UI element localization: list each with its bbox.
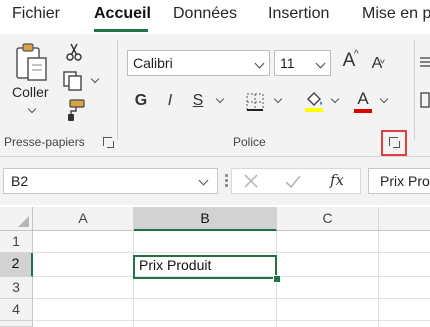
name-box-value: B2 — [11, 173, 29, 189]
select-all-button[interactable] — [0, 207, 33, 231]
font-color-letter: A — [357, 89, 369, 108]
font-size-combo[interactable]: 11 — [274, 50, 331, 76]
cell-a3[interactable] — [33, 277, 134, 299]
active-tab-indicator — [94, 29, 148, 32]
row-header-1[interactable]: 1 — [0, 231, 33, 253]
tab-donnees[interactable]: Données — [173, 5, 237, 23]
insert-function-button[interactable]: fx — [330, 171, 344, 189]
paste-icon[interactable] — [14, 42, 50, 84]
orientation-icon[interactable] — [420, 92, 430, 108]
row-header-2[interactable]: 2 — [0, 253, 33, 277]
caret-down-icon: ^ — [380, 53, 385, 64]
name-box[interactable]: B2 — [3, 168, 218, 194]
decrease-font-size-button[interactable]: A ^ — [367, 53, 387, 74]
copy-icon[interactable] — [62, 70, 86, 92]
row-header-5[interactable] — [0, 321, 33, 327]
formula-bar-grip[interactable] — [225, 174, 228, 188]
tab-mise-en-page[interactable]: Mise en p — [362, 5, 430, 23]
paste-label[interactable]: Coller — [12, 84, 49, 100]
formula-buttons: fx — [231, 168, 361, 194]
chevron-down-icon[interactable] — [315, 58, 326, 69]
font-size-value: 11 — [280, 55, 295, 71]
caret-up-icon: ^ — [354, 49, 359, 60]
column-header-c[interactable]: C — [277, 207, 379, 231]
cell-c2[interactable] — [277, 253, 379, 277]
font-dialog-launcher-icon[interactable] — [389, 137, 400, 148]
underline-button[interactable]: S — [188, 91, 208, 111]
cell-a2[interactable] — [33, 253, 134, 277]
row-header-4[interactable]: 4 — [0, 299, 33, 321]
cell-d5[interactable] — [379, 321, 430, 327]
chevron-down-icon[interactable] — [198, 175, 209, 186]
clipboard-group-label: Presse-papiers — [4, 135, 85, 149]
cell-b5[interactable] — [134, 321, 277, 327]
cell-d4[interactable] — [379, 299, 430, 321]
cell-a4[interactable] — [33, 299, 134, 321]
cell-d2[interactable] — [379, 253, 430, 277]
font-group-label: Police — [233, 135, 266, 149]
column-header-d[interactable] — [379, 207, 430, 231]
cell-c1[interactable] — [277, 231, 379, 253]
chevron-down-icon[interactable] — [254, 58, 265, 69]
column-header-a[interactable]: A — [33, 207, 134, 231]
ribbon-tabs: Fichier Accueil Données Insertion Mise e… — [0, 0, 430, 34]
tab-insertion[interactable]: Insertion — [268, 5, 329, 23]
clipboard-dialog-launcher-icon[interactable] — [103, 137, 114, 148]
cell-c4[interactable] — [277, 299, 379, 321]
increase-font-size-button[interactable]: A ^ — [339, 49, 359, 71]
font-color-button[interactable]: A — [352, 89, 374, 113]
font-name-value: Calibri — [133, 55, 173, 71]
fill-handle[interactable] — [273, 275, 281, 283]
cell-a1[interactable] — [33, 231, 134, 253]
cancel-icon[interactable] — [242, 172, 260, 190]
cell-b1[interactable] — [134, 231, 277, 253]
tab-accueil[interactable]: Accueil — [94, 5, 151, 23]
align-top-icon[interactable] — [420, 55, 430, 67]
bold-button[interactable]: G — [131, 91, 151, 111]
format-painter-icon[interactable] — [62, 98, 86, 122]
enter-checkmark-icon[interactable] — [284, 172, 302, 190]
cell-b3[interactable] — [134, 277, 277, 299]
formula-input[interactable]: Prix Produit — [368, 168, 430, 194]
font-color-swatch — [354, 109, 372, 113]
group-separator — [117, 40, 118, 140]
borders-icon[interactable] — [245, 92, 265, 112]
tab-fichier[interactable]: Fichier — [12, 5, 60, 23]
group-separator — [414, 40, 415, 140]
font-name-combo[interactable]: Calibri — [127, 50, 270, 76]
cell-c5[interactable] — [277, 321, 379, 327]
italic-button[interactable]: I — [160, 91, 180, 111]
active-cell-border — [133, 255, 277, 279]
cell-b4[interactable] — [134, 299, 277, 321]
cell-d3[interactable] — [379, 277, 430, 299]
cut-icon[interactable] — [64, 42, 84, 62]
cell-a5[interactable] — [33, 321, 134, 327]
cell-d1[interactable] — [379, 231, 430, 253]
cell-c3[interactable] — [277, 277, 379, 299]
column-header-b[interactable]: B — [134, 207, 277, 231]
fill-color-icon[interactable] — [303, 89, 325, 113]
row-header-3[interactable]: 3 — [0, 277, 33, 299]
